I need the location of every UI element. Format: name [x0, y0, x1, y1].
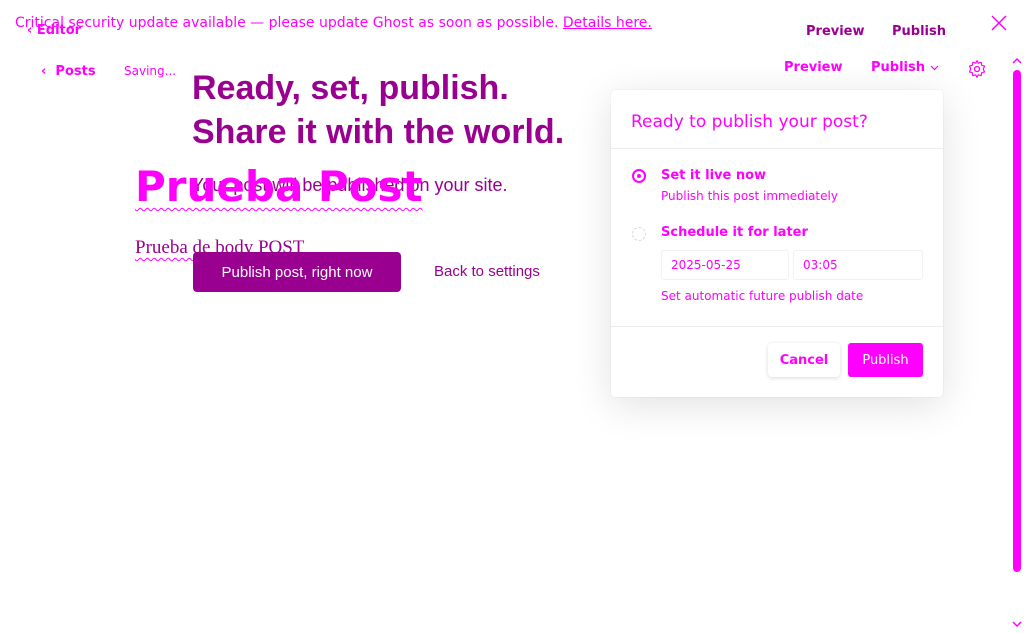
- preview-button[interactable]: Preview: [784, 60, 843, 75]
- publish-menu-label: Publish: [871, 60, 925, 75]
- posts-label: Posts: [55, 64, 96, 79]
- publish-popover: Ready to publish your post? Set it live …: [611, 90, 943, 397]
- scroll-up-arrow-icon[interactable]: [1011, 56, 1023, 66]
- banner-details-link[interactable]: Details here.: [563, 15, 652, 31]
- publish-hero: Ready, set, publish. Share it with the w…: [192, 66, 564, 154]
- scroll-down-arrow-icon[interactable]: [1011, 619, 1023, 629]
- chevron-left-icon: ‹: [27, 23, 33, 38]
- radio-schedule-later[interactable]: [632, 227, 646, 241]
- chevron-left-icon: ‹: [41, 64, 51, 79]
- top-publish-button[interactable]: Publish: [892, 24, 946, 39]
- gear-icon[interactable]: [967, 59, 987, 79]
- editor-label: Editor: [36, 23, 82, 38]
- radio-set-live-now[interactable]: [632, 169, 646, 183]
- option-schedule-label[interactable]: Schedule it for later: [661, 225, 808, 240]
- publish-now-button[interactable]: Publish post, right now: [193, 252, 401, 292]
- save-status: Saving...: [124, 64, 177, 78]
- option-live-label[interactable]: Set it live now: [661, 168, 766, 183]
- posts-back-link[interactable]: ‹ Posts: [41, 64, 96, 79]
- editor-back-link[interactable]: ‹ Editor: [27, 23, 81, 38]
- option-schedule-desc: Set automatic future publish date: [661, 289, 864, 303]
- divider: [611, 148, 943, 149]
- schedule-date-input[interactable]: [661, 250, 789, 280]
- divider: [611, 326, 943, 327]
- chevron-down-icon: [930, 65, 938, 70]
- post-title[interactable]: Prueba Post: [135, 162, 423, 211]
- back-to-settings-link[interactable]: Back to settings: [434, 263, 540, 280]
- close-icon[interactable]: [990, 14, 1008, 32]
- hero-heading-line2: Share it with the world.: [192, 113, 565, 151]
- scrollbar-thumb[interactable]: [1013, 70, 1021, 572]
- banner-text: Critical security update available — ple…: [15, 15, 559, 31]
- top-preview-button[interactable]: Preview: [806, 24, 865, 39]
- hero-heading-line1: Ready, set, publish.: [192, 69, 509, 107]
- confirm-publish-button[interactable]: Publish: [848, 343, 923, 377]
- popover-title: Ready to publish your post?: [631, 112, 868, 132]
- option-live-desc: Publish this post immediately: [661, 189, 838, 203]
- publish-menu-button[interactable]: Publish: [871, 60, 939, 75]
- schedule-time-input[interactable]: [793, 250, 923, 280]
- security-banner: Critical security update available — ple…: [15, 15, 652, 31]
- cancel-button[interactable]: Cancel: [768, 343, 840, 377]
